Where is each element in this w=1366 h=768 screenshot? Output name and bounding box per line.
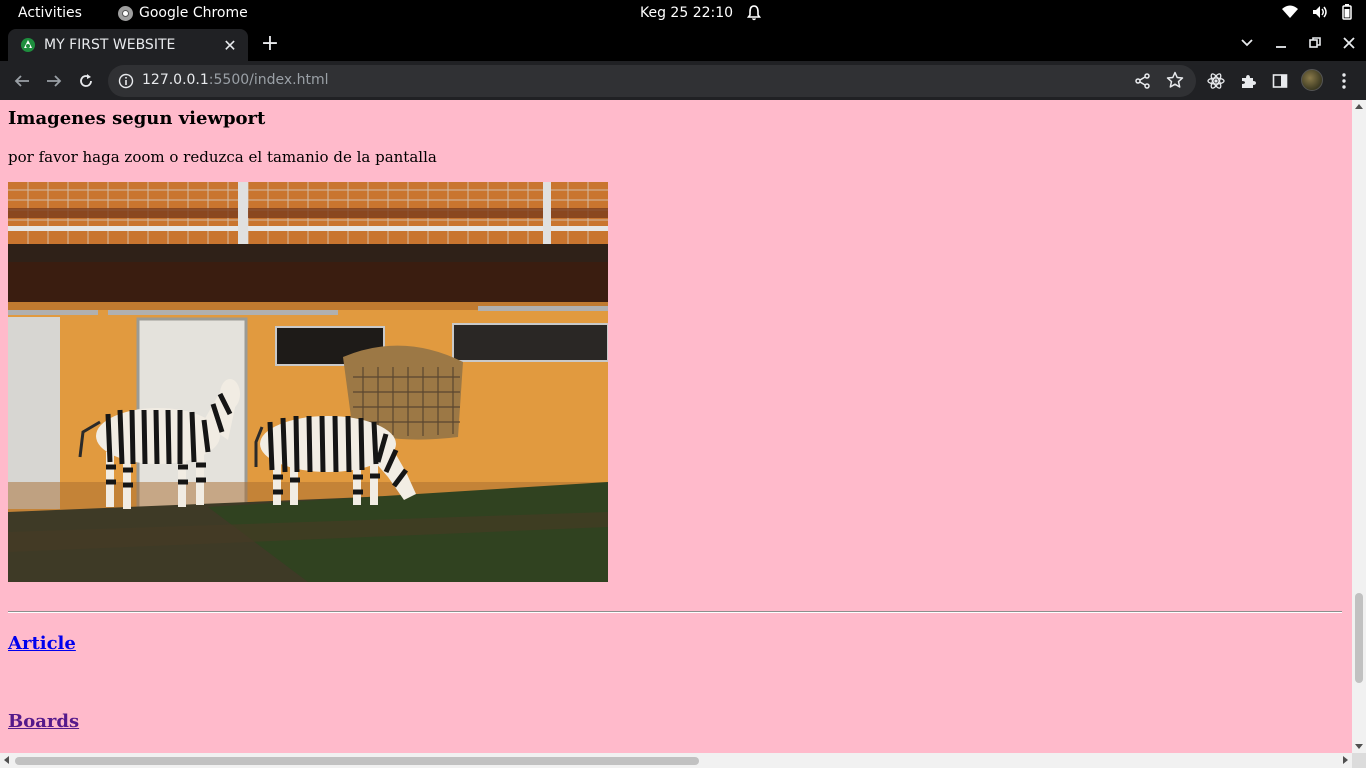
tab-my-first-website[interactable]: MY FIRST WEBSITE ✕ [8,29,248,61]
reload-icon [80,74,92,87]
react-icon [1207,73,1225,89]
article-link[interactable]: Article [8,633,76,654]
back-arrow-icon [14,75,29,87]
back-button[interactable] [9,68,35,94]
clock-text: Keg 25 22:10 [640,5,734,21]
alarm-icon [747,5,762,21]
zebra-photo [8,182,608,582]
puzzle-icon [1242,75,1256,88]
system-top-bar: Activities Google Chrome Keg 25 22:10 [0,0,1366,27]
forward-arrow-icon [47,75,62,87]
page-viewport: Imagenes segun viewport por favor haga z… [0,100,1352,753]
page-heading: Imagenes segun viewport [8,108,266,129]
vertical-scrollbar[interactable] [1352,100,1366,753]
system-status[interactable] [1282,4,1352,20]
new-tab-button[interactable]: + [258,33,282,57]
restore-icon[interactable] [1306,32,1324,54]
page-paragraph: por favor haga zoom o reduzca el tamanio… [8,148,437,166]
close-window-icon[interactable] [1340,32,1358,54]
forward-button[interactable] [41,68,67,94]
tab-title: MY FIRST WEBSITE [44,37,176,53]
tab-search-icon[interactable] [1238,32,1256,54]
url-path: :5500/index.html [208,72,329,88]
browser-toolbar: 127.0.0.1:5500/index.html [0,61,1366,100]
wifi-icon [1282,5,1298,18]
bookmark-star-icon[interactable] [1166,71,1184,89]
address-bar[interactable]: 127.0.0.1:5500/index.html [108,65,1196,97]
url-text: 127.0.0.1:5500/index.html [142,72,329,88]
horizontal-rule [8,611,1342,613]
scroll-down-arrow-icon[interactable] [1355,744,1363,749]
scroll-right-arrow-icon[interactable] [1343,756,1348,764]
vscode-live-server-favicon [21,38,35,52]
window-controls [1238,32,1358,54]
tab-strip: MY FIRST WEBSITE ✕ + [0,27,1366,61]
boards-link[interactable]: Boards [8,711,79,732]
clock[interactable]: Keg 25 22:10 [640,5,762,21]
scrollbar-corner [1352,753,1366,768]
minimize-icon[interactable] [1272,32,1290,54]
reload-button[interactable] [73,68,99,94]
battery-icon [1342,4,1352,20]
side-panel-button[interactable] [1270,71,1290,91]
react-devtools-extension[interactable] [1206,71,1226,91]
site-info-icon[interactable] [118,73,134,89]
url-host: 127.0.0.1 [142,72,209,88]
tab-close-icon[interactable]: ✕ [220,35,240,55]
app-menu[interactable]: Google Chrome [118,5,248,21]
horizontal-scrollbar[interactable] [0,753,1352,768]
activities-button[interactable]: Activities [18,5,82,21]
kebab-menu-icon [1342,73,1346,89]
volume-icon [1313,6,1327,18]
scroll-up-arrow-icon[interactable] [1355,104,1363,109]
scroll-left-arrow-icon[interactable] [4,756,9,764]
app-name: Google Chrome [139,5,248,21]
side-panel-icon [1272,74,1288,88]
share-icon[interactable] [1134,72,1152,90]
vertical-scroll-thumb[interactable] [1355,593,1363,683]
chrome-menu-button[interactable] [1334,71,1354,91]
chrome-icon [118,5,133,21]
profile-avatar[interactable] [1301,69,1323,91]
extensions-button[interactable] [1238,71,1258,91]
horizontal-scroll-thumb[interactable] [15,757,699,765]
